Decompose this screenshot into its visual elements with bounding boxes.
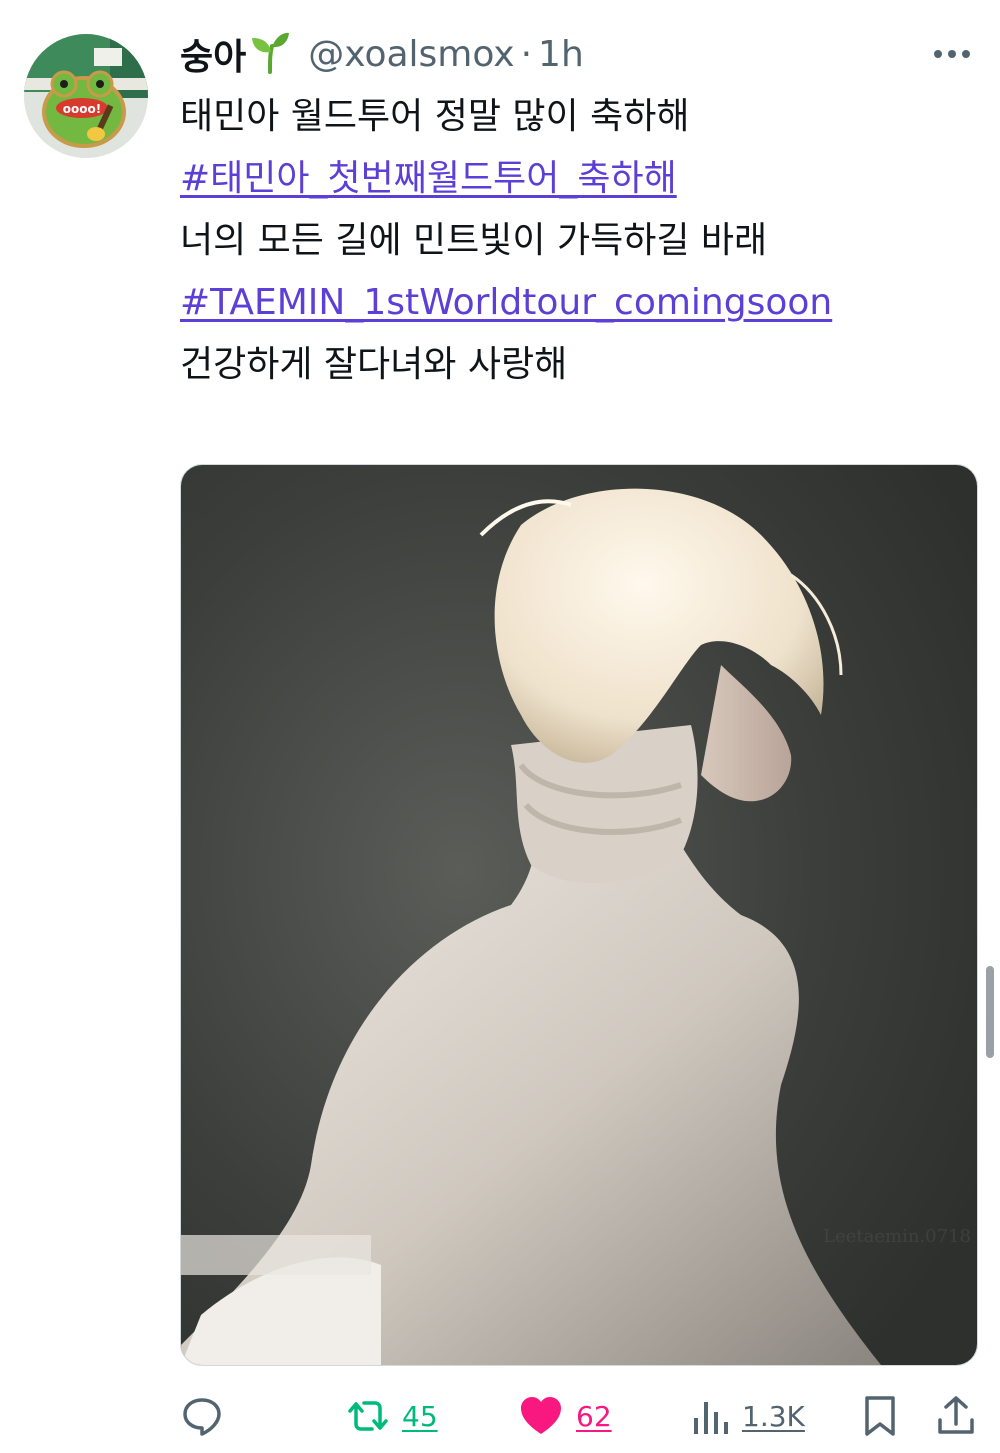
retweet-icon [348,1401,388,1431]
display-name[interactable]: 숭아 [180,28,246,80]
hashtag-link[interactable]: #TAEMIN_1stWorldtour_comingsoon [180,282,832,323]
like-button[interactable]: 62 [518,1388,612,1444]
reply-button[interactable] [180,1388,224,1444]
scrollbar-thumb[interactable] [986,966,994,1058]
views-icon [694,1402,728,1434]
text-line: 태민아 월드투어 정말 많이 축하해 [180,96,690,137]
retweet-count: 45 [402,1399,438,1433]
tweet-text: 태민아 월드투어 정말 많이 축하해 #태민아_첫번째월드투어_축하해 너의 모… [180,86,970,396]
bookmark-button[interactable] [862,1388,898,1444]
avatar-image: oooo! [24,34,148,158]
text-line: 너의 모든 길에 민트빛이 가득하길 바래 [180,220,768,261]
heart-icon [521,1397,561,1434]
views-button[interactable]: 1.3K [690,1388,805,1444]
text-line: 건강하게 잘다녀와 사랑해 [180,344,568,385]
bookmark-icon [865,1396,895,1436]
share-button[interactable] [936,1388,976,1444]
more-options-icon[interactable] [930,36,974,72]
views-count: 1.3K [742,1399,805,1433]
like-count: 62 [576,1399,612,1433]
photo-watermark: Leetaemin.0718 [823,1226,971,1247]
retweet-button[interactable]: 45 [346,1388,438,1444]
tweet-photo[interactable]: Leetaemin.0718 [180,464,978,1366]
svg-text:oooo!: oooo! [63,102,101,116]
handle[interactable]: @xoalsmox [308,34,514,75]
reply-icon [183,1398,221,1436]
share-icon [938,1396,974,1434]
tweet: oooo! 숭아 @xoalsmox · 1h 태민아 월드투어 정말 많이 축… [0,0,1000,1453]
action-bar: 45 62 1.3K [180,1388,980,1444]
timestamp[interactable]: 1h [538,34,584,75]
separator-dot: · [520,33,533,75]
sprout-emoji-icon [250,30,290,78]
tweet-header: 숭아 @xoalsmox · 1h [180,22,584,86]
avatar[interactable]: oooo! [24,34,148,158]
hashtag-link[interactable]: #태민아_첫번째월드투어_축하해 [180,158,677,199]
